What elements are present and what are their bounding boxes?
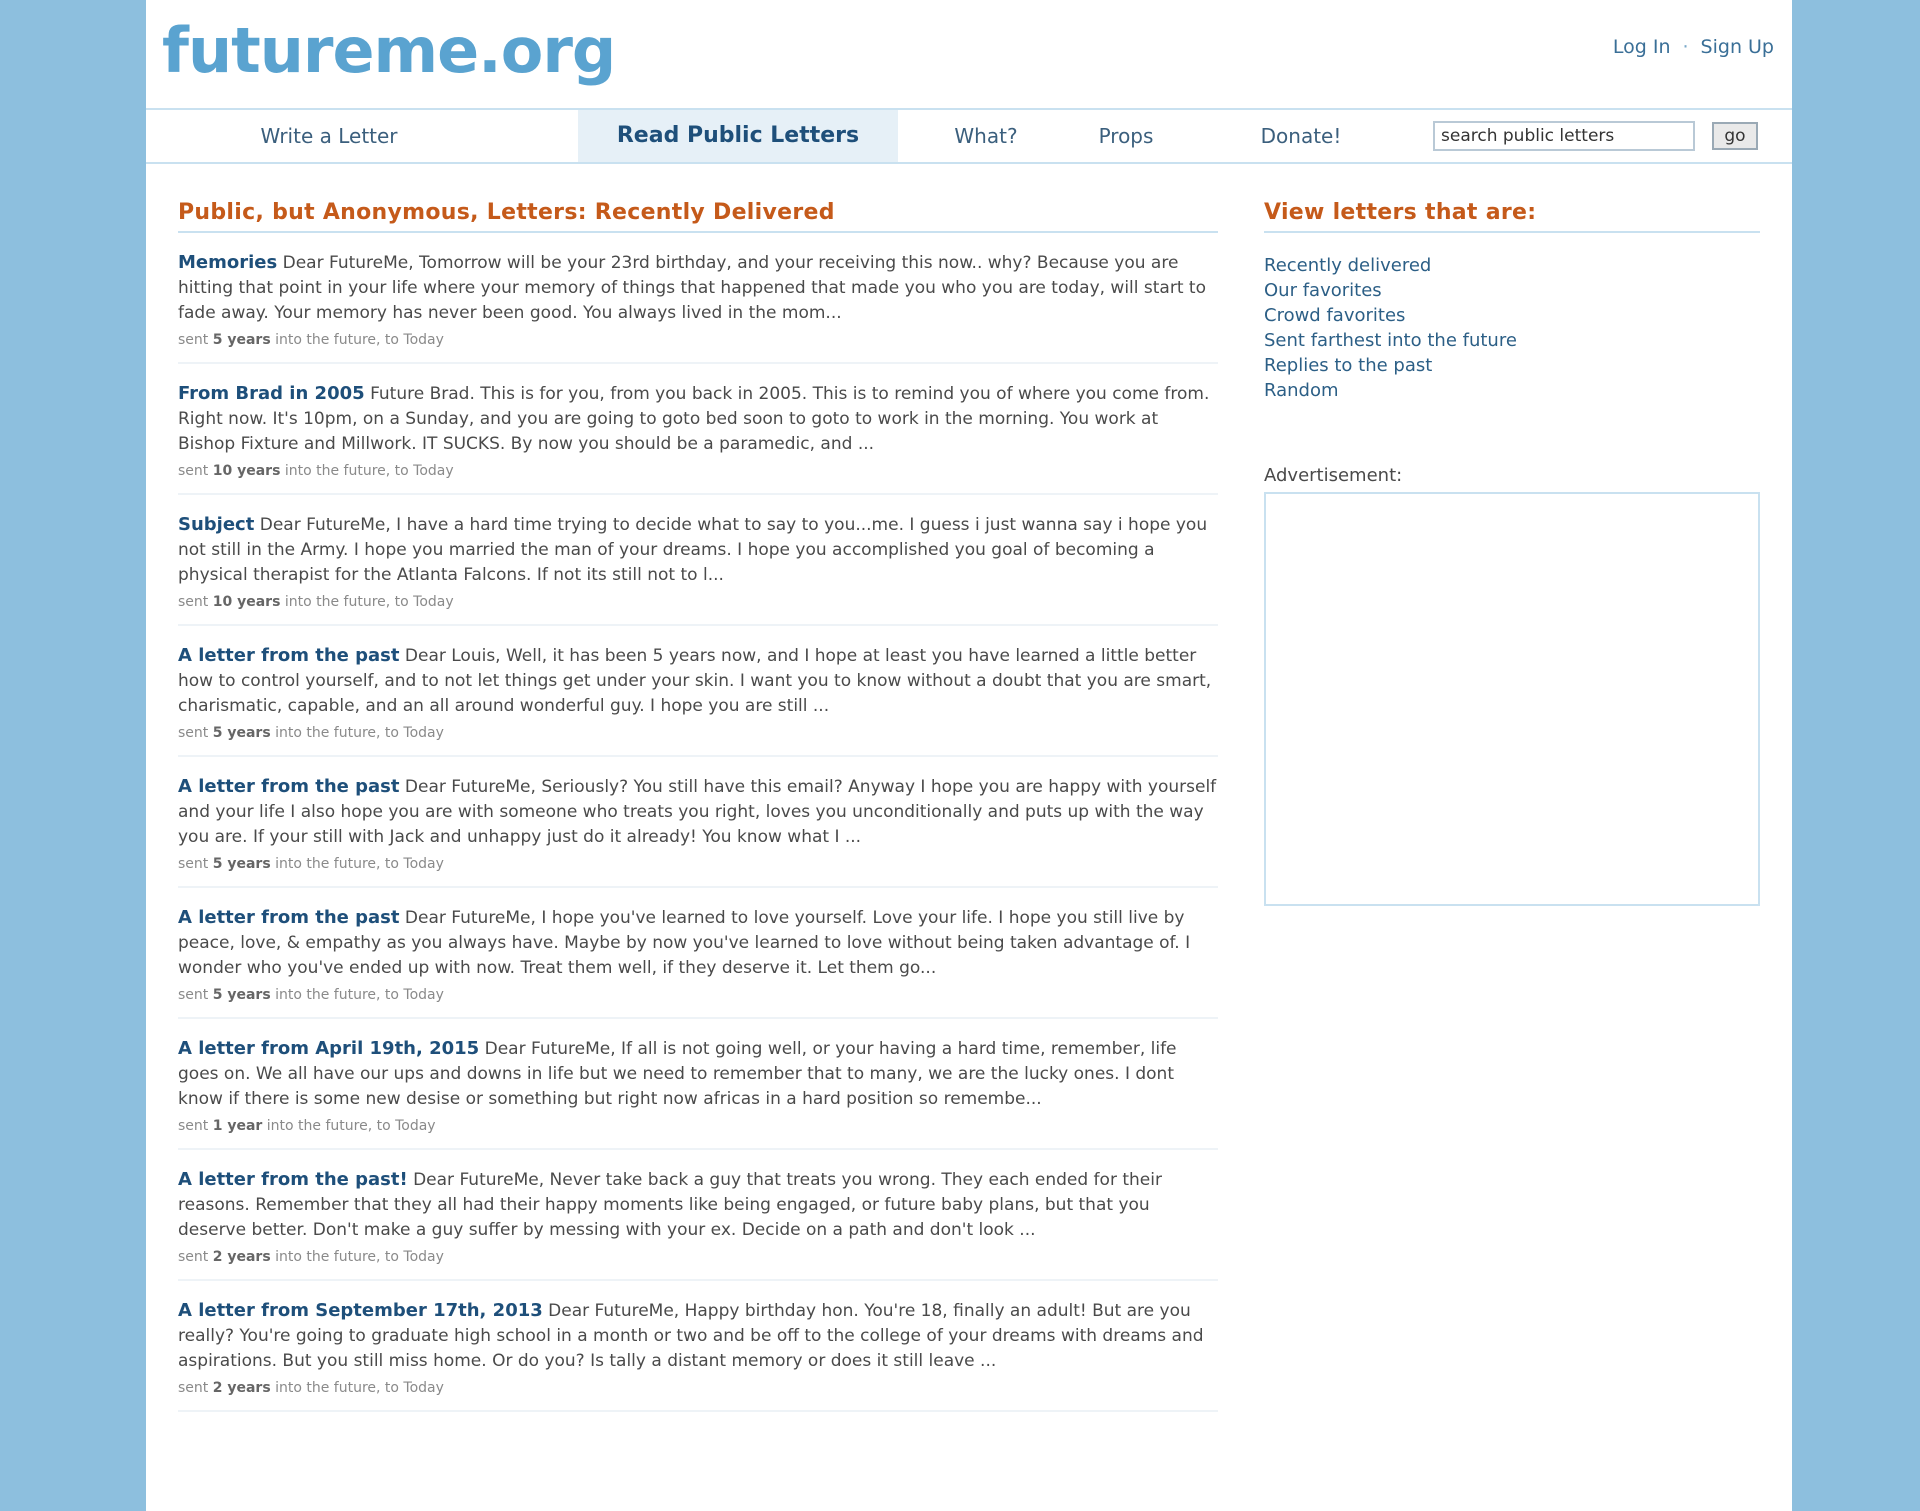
letter-meta: sent 1 year into the future, to Today — [178, 1118, 436, 1134]
page-container: futureme.org Log In · Sign Up Write a Lett… — [146, 0, 1792, 1511]
site-logo[interactable]: futureme.org — [162, 20, 616, 82]
letter-title-link[interactable]: A letter from September 17th, 2013 — [178, 1300, 543, 1321]
letter-meta: sent 2 years into the future, to Today — [178, 1249, 444, 1265]
letter-duration: 5 years — [212, 987, 271, 1003]
filter-random[interactable]: Random — [1264, 378, 1760, 403]
letter-meta: sent 5 years into the future, to Today — [178, 332, 444, 348]
letter-meta: sent 2 years into the future, to Today — [178, 1380, 444, 1396]
advertisement-box — [1264, 492, 1760, 906]
letter-item: A letter from the past Dear Louis, Well,… — [178, 626, 1218, 757]
letter-duration: 2 years — [212, 1380, 271, 1396]
letter-title-link[interactable]: Subject — [178, 514, 254, 535]
search-go-button[interactable]: go — [1712, 122, 1758, 150]
letter-item: From Brad in 2005 Future Brad. This is f… — [178, 364, 1218, 495]
letter-title-link[interactable]: A letter from the past — [178, 645, 399, 666]
letter-excerpt: Dear FutureMe, Tomorrow will be your 23r… — [178, 253, 1206, 323]
letter-duration: 5 years — [212, 332, 271, 348]
letter-item: A letter from the past Dear FutureMe, I … — [178, 888, 1218, 1019]
nav-what[interactable]: What? — [936, 110, 1036, 162]
nav-read-public-letters[interactable]: Read Public Letters — [578, 110, 898, 162]
letter-meta: sent 10 years into the future, to Today — [178, 463, 454, 479]
letter-meta: sent 5 years into the future, to Today — [178, 987, 444, 1003]
letter-meta: sent 10 years into the future, to Today — [178, 594, 454, 610]
search-input[interactable] — [1433, 121, 1695, 151]
filter-crowd-favorites[interactable]: Crowd favorites — [1264, 303, 1760, 328]
nav-props[interactable]: Props — [1086, 110, 1166, 162]
letter-item: A letter from the past! Dear FutureMe, N… — [178, 1150, 1218, 1281]
signup-link[interactable]: Sign Up — [1701, 36, 1774, 58]
letter-title-link[interactable]: From Brad in 2005 — [178, 383, 365, 404]
separator-dot: · — [1682, 36, 1689, 58]
filter-our-favorites[interactable]: Our favorites — [1264, 278, 1760, 303]
account-links: Log In · Sign Up — [1613, 36, 1774, 58]
advertisement-label: Advertisement: — [1264, 465, 1403, 486]
letter-item: A letter from April 19th, 2015 Dear Futu… — [178, 1019, 1218, 1150]
letter-duration: 1 year — [212, 1118, 263, 1134]
letter-duration: 5 years — [212, 856, 271, 872]
nav-donate[interactable]: Donate! — [1246, 110, 1356, 162]
letter-duration: 10 years — [212, 463, 281, 479]
filter-sent-farthest[interactable]: Sent farthest into the future — [1264, 328, 1760, 353]
letter-meta: sent 5 years into the future, to Today — [178, 856, 444, 872]
letter-item: A letter from the past Dear FutureMe, Se… — [178, 757, 1218, 888]
letter-item: Subject Dear FutureMe, I have a hard tim… — [178, 495, 1218, 626]
letter-title-link[interactable]: A letter from April 19th, 2015 — [178, 1038, 479, 1059]
login-link[interactable]: Log In — [1613, 36, 1671, 58]
letter-title-link[interactable]: A letter from the past — [178, 776, 399, 797]
sidebar: View letters that are: Recently delivere… — [1264, 200, 1760, 906]
letter-duration: 2 years — [212, 1249, 271, 1265]
header: futureme.org Log In · Sign Up — [146, 0, 1792, 108]
main-nav: Write a Letter Read Public Letters What?… — [146, 108, 1792, 164]
letters-section: Public, but Anonymous, Letters: Recently… — [178, 200, 1218, 1412]
filter-recently-delivered[interactable]: Recently delivered — [1264, 253, 1760, 278]
nav-write-letter[interactable]: Write a Letter — [226, 110, 432, 162]
letter-title-link[interactable]: A letter from the past! — [178, 1169, 408, 1190]
letter-title-link[interactable]: A letter from the past — [178, 907, 399, 928]
filter-replies-to-past[interactable]: Replies to the past — [1264, 353, 1760, 378]
letter-title-link[interactable]: Memories — [178, 252, 277, 273]
filter-links: Recently delivered Our favorites Crowd f… — [1264, 253, 1760, 403]
letter-duration: 10 years — [212, 594, 281, 610]
letter-meta: sent 5 years into the future, to Today — [178, 725, 444, 741]
letter-item: Memories Dear FutureMe, Tomorrow will be… — [178, 233, 1218, 364]
letter-item: A letter from September 17th, 2013 Dear … — [178, 1281, 1218, 1412]
letter-excerpt: Dear FutureMe, I have a hard time trying… — [178, 515, 1208, 585]
letter-duration: 5 years — [212, 725, 271, 741]
sidebar-title: View letters that are: — [1264, 200, 1760, 233]
section-title: Public, but Anonymous, Letters: Recently… — [178, 200, 1218, 233]
